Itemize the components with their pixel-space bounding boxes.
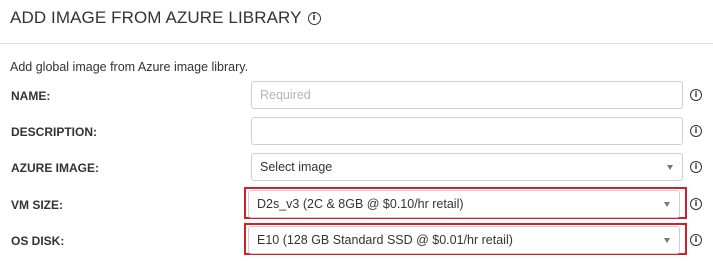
info-icon[interactable]: i xyxy=(307,11,321,25)
name-input[interactable] xyxy=(252,82,682,108)
description-row: DESCRIPTION: i xyxy=(0,117,713,147)
info-icon[interactable]: i xyxy=(690,89,702,101)
page-description: Add global image from Azure image librar… xyxy=(10,60,249,74)
chevron-down-icon xyxy=(667,165,673,170)
name-field-wrapper xyxy=(251,81,683,109)
os-disk-label: OS DISK: xyxy=(11,234,65,248)
info-icon[interactable]: i xyxy=(690,161,702,173)
name-row: NAME: i xyxy=(0,81,713,111)
os-disk-row: OS DISK: E10 (128 GB Standard SSD @ $0.0… xyxy=(0,223,713,256)
azure-image-label: AZURE IMAGE: xyxy=(11,161,99,175)
page-title-text: ADD IMAGE FROM AZURE LIBRARY xyxy=(10,8,302,27)
os-disk-selected-value: E10 (128 GB Standard SSD @ $0.01/hr reta… xyxy=(257,233,513,247)
azure-image-select[interactable]: Select image xyxy=(251,153,683,181)
vm-size-selected-value: D2s_v3 (2C & 8GB @ $0.10/hr retail) xyxy=(257,197,464,211)
vm-size-row: VM SIZE: D2s_v3 (2C & 8GB @ $0.10/hr ret… xyxy=(0,187,713,220)
info-icon[interactable]: i xyxy=(690,125,702,137)
info-icon[interactable]: i xyxy=(690,234,702,246)
description-field-wrapper xyxy=(251,117,683,145)
chevron-down-icon xyxy=(664,238,670,243)
page-title: ADD IMAGE FROM AZURE LIBRARY i xyxy=(10,8,321,28)
chevron-down-icon xyxy=(664,202,670,207)
vm-size-label: VM SIZE: xyxy=(11,198,64,212)
os-disk-select[interactable]: E10 (128 GB Standard SSD @ $0.01/hr reta… xyxy=(248,226,680,254)
info-icon[interactable]: i xyxy=(690,198,702,210)
description-input[interactable] xyxy=(252,118,682,144)
dialog-header: ADD IMAGE FROM AZURE LIBRARY i xyxy=(0,0,713,44)
azure-image-selected-value: Select image xyxy=(260,160,333,174)
description-label: DESCRIPTION: xyxy=(11,125,98,139)
azure-image-row: AZURE IMAGE: Select image i xyxy=(0,153,713,183)
vm-size-select[interactable]: D2s_v3 (2C & 8GB @ $0.10/hr retail) xyxy=(248,190,680,218)
name-label: NAME: xyxy=(11,89,51,103)
